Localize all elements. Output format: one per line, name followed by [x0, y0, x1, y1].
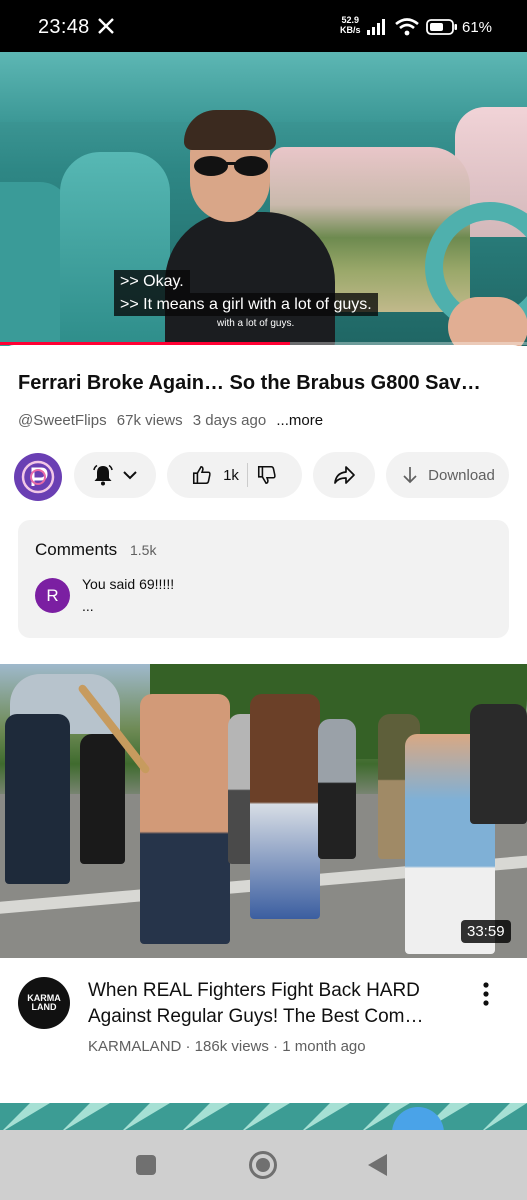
thumbs-up-icon[interactable] — [191, 464, 213, 486]
net-speed-value: 52.9 — [341, 15, 360, 25]
person — [318, 719, 356, 859]
nav-recents-icon[interactable] — [135, 1154, 157, 1176]
upload-age: 3 days ago — [192, 412, 267, 429]
channel-handle: @SweetFlips — [18, 412, 107, 429]
video-title[interactable]: Ferrari Broke Again… So the Brabus G800 … — [18, 372, 518, 395]
status-bar: 23:48 52.9 KB/s 61% — [0, 0, 527, 52]
top-comment-text: You said 69!!!!! — [82, 576, 175, 592]
more-vert-icon[interactable] — [476, 980, 496, 1010]
person-hair — [184, 110, 276, 150]
battery-icon — [426, 19, 457, 35]
caption-echo: with a lot of guys. — [217, 318, 295, 329]
next-video-title-line: When REAL Fighters Fight Back HARD — [88, 980, 420, 1001]
comments-title: Comments — [35, 540, 118, 559]
system-nav-bar — [0, 1130, 527, 1200]
comments-panel[interactable]: Comments 1.5k R You said 69!!!!! ... — [18, 520, 509, 638]
person — [80, 734, 125, 864]
caption-line: >> It means a girl with a lot of guys. — [114, 293, 378, 316]
next-video-title-line: Against Regular Guys! The Best Com… — [88, 1006, 424, 1027]
action-row: 1k Download — [0, 452, 527, 501]
next-thumbnail-peek[interactable] — [0, 1103, 527, 1133]
download-button[interactable]: Download — [386, 452, 509, 498]
more-link[interactable]: ...more — [276, 412, 323, 429]
man-with-bat — [140, 694, 230, 944]
person-hand — [448, 297, 527, 346]
thumbs-down-icon[interactable] — [256, 464, 278, 486]
download-label: Download — [428, 466, 495, 484]
crowd — [470, 704, 527, 824]
next-video-meta: KARMALAND · 186k views · 1 month ago — [88, 1038, 366, 1055]
nav-back-icon[interactable] — [367, 1153, 389, 1177]
view-count: 67k views — [116, 412, 183, 429]
signal-icon — [367, 19, 385, 35]
clock: 23:48 — [38, 16, 90, 38]
x-logo-icon — [98, 18, 114, 34]
notification-button[interactable] — [74, 452, 156, 498]
shirtless-fighter — [250, 694, 320, 919]
car-seat — [60, 152, 170, 346]
nav-home-icon[interactable] — [248, 1150, 278, 1180]
top-comment-ellipsis: ... — [82, 598, 94, 614]
commenter-avatar: R — [35, 578, 70, 613]
bell-icon — [93, 464, 113, 486]
share-icon — [334, 466, 355, 484]
channel-avatar[interactable] — [14, 453, 62, 501]
channel-logo-icon — [21, 460, 55, 494]
like-divider — [246, 463, 248, 487]
karmaland-avatar[interactable]: KARMA LAND — [18, 977, 70, 1029]
wifi-icon — [395, 18, 419, 36]
video-player[interactable]: >> Okay. >> It means a girl with a lot o… — [0, 52, 527, 346]
next-video-thumbnail[interactable] — [0, 664, 527, 958]
comments-count: 1.5k — [130, 542, 157, 558]
battery-percent: 61% — [462, 19, 493, 36]
car-roof — [0, 52, 527, 122]
sunglasses — [194, 156, 268, 176]
captions: >> Okay. >> It means a girl with a lot o… — [114, 270, 378, 316]
video-duration: 33:59 — [461, 920, 511, 943]
video-meta[interactable]: @SweetFlips 67k views 3 days ago ...more — [18, 412, 329, 429]
download-icon — [403, 467, 417, 484]
police-officer — [5, 714, 70, 884]
like-count: 1k — [223, 466, 239, 484]
caption-line: >> Okay. — [114, 270, 190, 293]
like-dislike-pill: 1k — [167, 452, 302, 498]
sunburst-pattern — [0, 1103, 527, 1133]
share-button[interactable] — [313, 452, 375, 498]
network-speed: 52.9 KB/s — [340, 15, 361, 35]
net-speed-unit: KB/s — [340, 25, 361, 35]
chevron-down-icon — [123, 471, 137, 480]
next-video-title[interactable]: When REAL Fighters Fight Back HARD Again… — [88, 978, 468, 1030]
